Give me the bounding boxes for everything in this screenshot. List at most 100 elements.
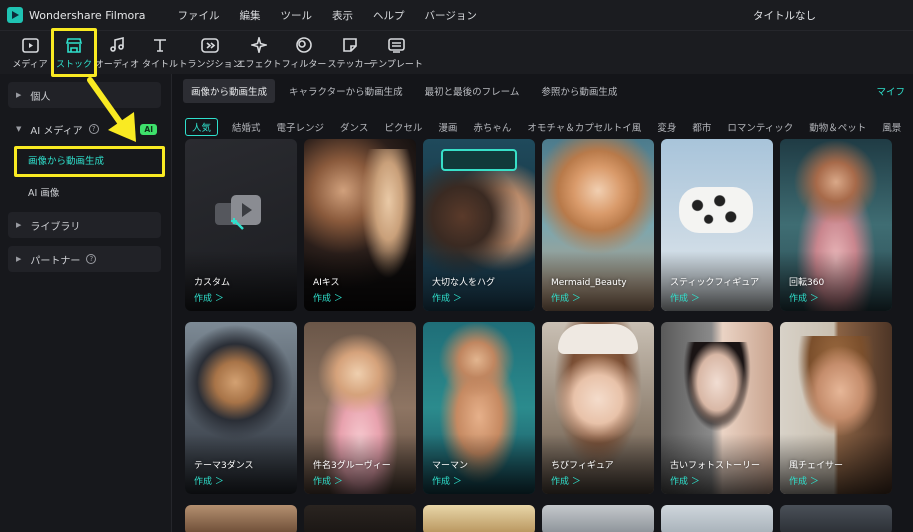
- template-card-row3[interactable]: [423, 505, 535, 532]
- template-card-row3[interactable]: [542, 505, 654, 532]
- toolbar-effect[interactable]: エフェクト: [236, 31, 282, 75]
- title-t-icon: [151, 36, 169, 54]
- create-link[interactable]: 作成 ＞: [432, 291, 462, 304]
- template-card-row3[interactable]: [661, 505, 773, 532]
- template-card-mermaid[interactable]: Mermaid_Beauty 作成 ＞: [542, 139, 654, 311]
- toolbar-template[interactable]: テンプレート: [369, 31, 423, 75]
- tab-first-last-frame[interactable]: 最初と最後のフレーム: [417, 79, 528, 103]
- card-name: テーマ3ダンス: [194, 461, 254, 471]
- caret-right-icon: ▶: [16, 91, 22, 99]
- template-card-row3[interactable]: [304, 505, 416, 532]
- create-link[interactable]: 作成 ＞: [789, 474, 819, 487]
- sidebar-item-ai-image[interactable]: AI 画像: [8, 178, 161, 206]
- caret-down-icon: ▼: [16, 125, 22, 133]
- tab-character-to-video[interactable]: キャラクターから動画生成: [281, 79, 411, 103]
- toolbar-sticker[interactable]: ステッカー: [328, 31, 373, 75]
- media-icon: [21, 36, 39, 54]
- template-card-dance-3[interactable]: テーマ3ダンス 作成 ＞: [185, 322, 297, 494]
- create-link[interactable]: 作成 ＞: [432, 474, 462, 487]
- toolbar-media[interactable]: メディア: [8, 31, 52, 75]
- toolbar-filter-label: フィルター: [281, 60, 327, 70]
- template-card-wind-chaser[interactable]: 風チェイサー 作成 ＞: [780, 322, 892, 494]
- menu-version[interactable]: バージョン: [425, 8, 477, 23]
- template-card-old-photo-story[interactable]: 古いフォトストーリー 作成 ＞: [661, 322, 773, 494]
- chip-landscape[interactable]: 風景: [882, 120, 901, 134]
- menu-edit[interactable]: 編集: [240, 8, 261, 23]
- sidebar-item-library[interactable]: ▶ ライブラリ: [8, 212, 161, 238]
- custom-video-icon: [215, 195, 261, 230]
- main-toolbar: メディア ストック オーディオ タイトル トランジション エフェクト フィルター…: [0, 30, 913, 74]
- title-bar: Wondershare Filmora ファイル 編集 ツール 表示 ヘルプ バ…: [0, 0, 913, 30]
- create-link[interactable]: 作成 ＞: [789, 291, 819, 304]
- filter-icon: [295, 36, 313, 54]
- chip-romantic[interactable]: ロマンティック: [727, 120, 793, 134]
- template-card-rotate-360[interactable]: 回転360 作成 ＞: [780, 139, 892, 311]
- sidebar-item-label: AI メディア: [30, 125, 83, 137]
- chip-transform[interactable]: 変身: [657, 120, 676, 134]
- toolbar-filter[interactable]: フィルター: [280, 31, 328, 75]
- chip-toy-capsule[interactable]: オモチャ＆カプセルトイ風: [527, 120, 641, 134]
- template-card-stick-figure[interactable]: スティックフィギュア 作成 ＞: [661, 139, 773, 311]
- menu-tools[interactable]: ツール: [281, 8, 313, 23]
- tab-image-to-video[interactable]: 画像から動画生成: [183, 79, 276, 103]
- create-link[interactable]: 作成 ＞: [551, 291, 581, 304]
- card-name: 古いフォトストーリー: [670, 461, 761, 471]
- menu-file[interactable]: ファイル: [178, 8, 220, 23]
- toolbar-template-label: テンプレート: [369, 60, 423, 70]
- card-name: スティックフィギュア: [670, 278, 760, 288]
- toolbar-effect-label: エフェクト: [236, 60, 282, 70]
- chip-animal-pet[interactable]: 動物＆ペット: [809, 120, 866, 134]
- chip-dance[interactable]: ダンス: [340, 120, 368, 134]
- menu-view[interactable]: 表示: [332, 8, 353, 23]
- template-card-chibi-figure[interactable]: ちびフィギュア 作成 ＞: [542, 322, 654, 494]
- chip-manga[interactable]: 漫画: [438, 120, 457, 134]
- chip-popular[interactable]: 人気: [185, 118, 219, 136]
- filmora-logo-icon: [7, 7, 23, 23]
- card-image-toy: [679, 187, 753, 233]
- chip-microwave[interactable]: 電子レンジ: [277, 120, 325, 134]
- card-image-screen: [441, 149, 517, 171]
- create-link[interactable]: 作成 ＞: [313, 291, 343, 304]
- card-name: マーマン: [432, 461, 469, 471]
- card-name: カスタム: [194, 278, 231, 288]
- highlight-box-image-to-video: [14, 146, 165, 177]
- effect-sparkle-icon: [250, 36, 268, 54]
- menu-bar: ファイル 編集 ツール 表示 ヘルプ バージョン: [178, 8, 497, 23]
- sticker-icon: [341, 36, 359, 54]
- create-link[interactable]: 作成 ＞: [670, 474, 700, 487]
- card-name: 風チェイサー: [789, 461, 844, 471]
- tab-my-files[interactable]: マイフ: [868, 79, 907, 103]
- chip-wedding[interactable]: 結婚式: [232, 120, 261, 134]
- app-name: Wondershare Filmora: [29, 8, 146, 22]
- sub-tabs: 画像から動画生成 キャラクターから動画生成 最初と最後のフレーム 参照から動画生…: [173, 74, 913, 108]
- template-card-row3[interactable]: [185, 505, 297, 532]
- chip-baby[interactable]: 赤ちゃん: [473, 120, 511, 134]
- template-card-custom[interactable]: カスタム 作成 ＞: [185, 139, 297, 311]
- sidebar-item-label: パートナー: [30, 255, 81, 267]
- template-card-hug[interactable]: 大切な人をハグ 作成 ＞: [423, 139, 535, 311]
- toolbar-transition[interactable]: トランジション: [179, 31, 242, 75]
- help-icon[interactable]: ?: [86, 254, 97, 264]
- caret-right-icon: ▶: [16, 255, 22, 263]
- card-name: ちびフィギュア: [551, 461, 614, 471]
- chip-city[interactable]: 都市: [692, 120, 711, 134]
- create-link[interactable]: 作成 ＞: [194, 474, 224, 487]
- card-image-portrait: [794, 336, 878, 436]
- chip-pixel[interactable]: ピクセル: [384, 120, 422, 134]
- tab-reference-to-video[interactable]: 参照から動画生成: [533, 79, 625, 103]
- template-card-groovy-3[interactable]: 件名3グルーヴィー 作成 ＞: [304, 322, 416, 494]
- create-link[interactable]: 作成 ＞: [313, 474, 343, 487]
- card-name: 大切な人をハグ: [432, 278, 496, 288]
- create-link[interactable]: 作成 ＞: [194, 291, 224, 304]
- create-link[interactable]: 作成 ＞: [551, 474, 581, 487]
- menu-help[interactable]: ヘルプ: [373, 8, 405, 23]
- document-title: タイトルなし: [753, 10, 816, 22]
- template-card-merman[interactable]: マーマン 作成 ＞: [423, 322, 535, 494]
- template-card-ai-kiss[interactable]: AIキス 作成 ＞: [304, 139, 416, 311]
- template-card-row3[interactable]: [780, 505, 892, 532]
- sidebar-item-partner[interactable]: ▶ パートナー ?: [8, 246, 161, 272]
- toolbar-audio[interactable]: オーディオ: [95, 31, 139, 75]
- create-link[interactable]: 作成 ＞: [670, 291, 700, 304]
- toolbar-title[interactable]: タイトル: [138, 31, 182, 75]
- highlight-box-stock: [51, 28, 97, 77]
